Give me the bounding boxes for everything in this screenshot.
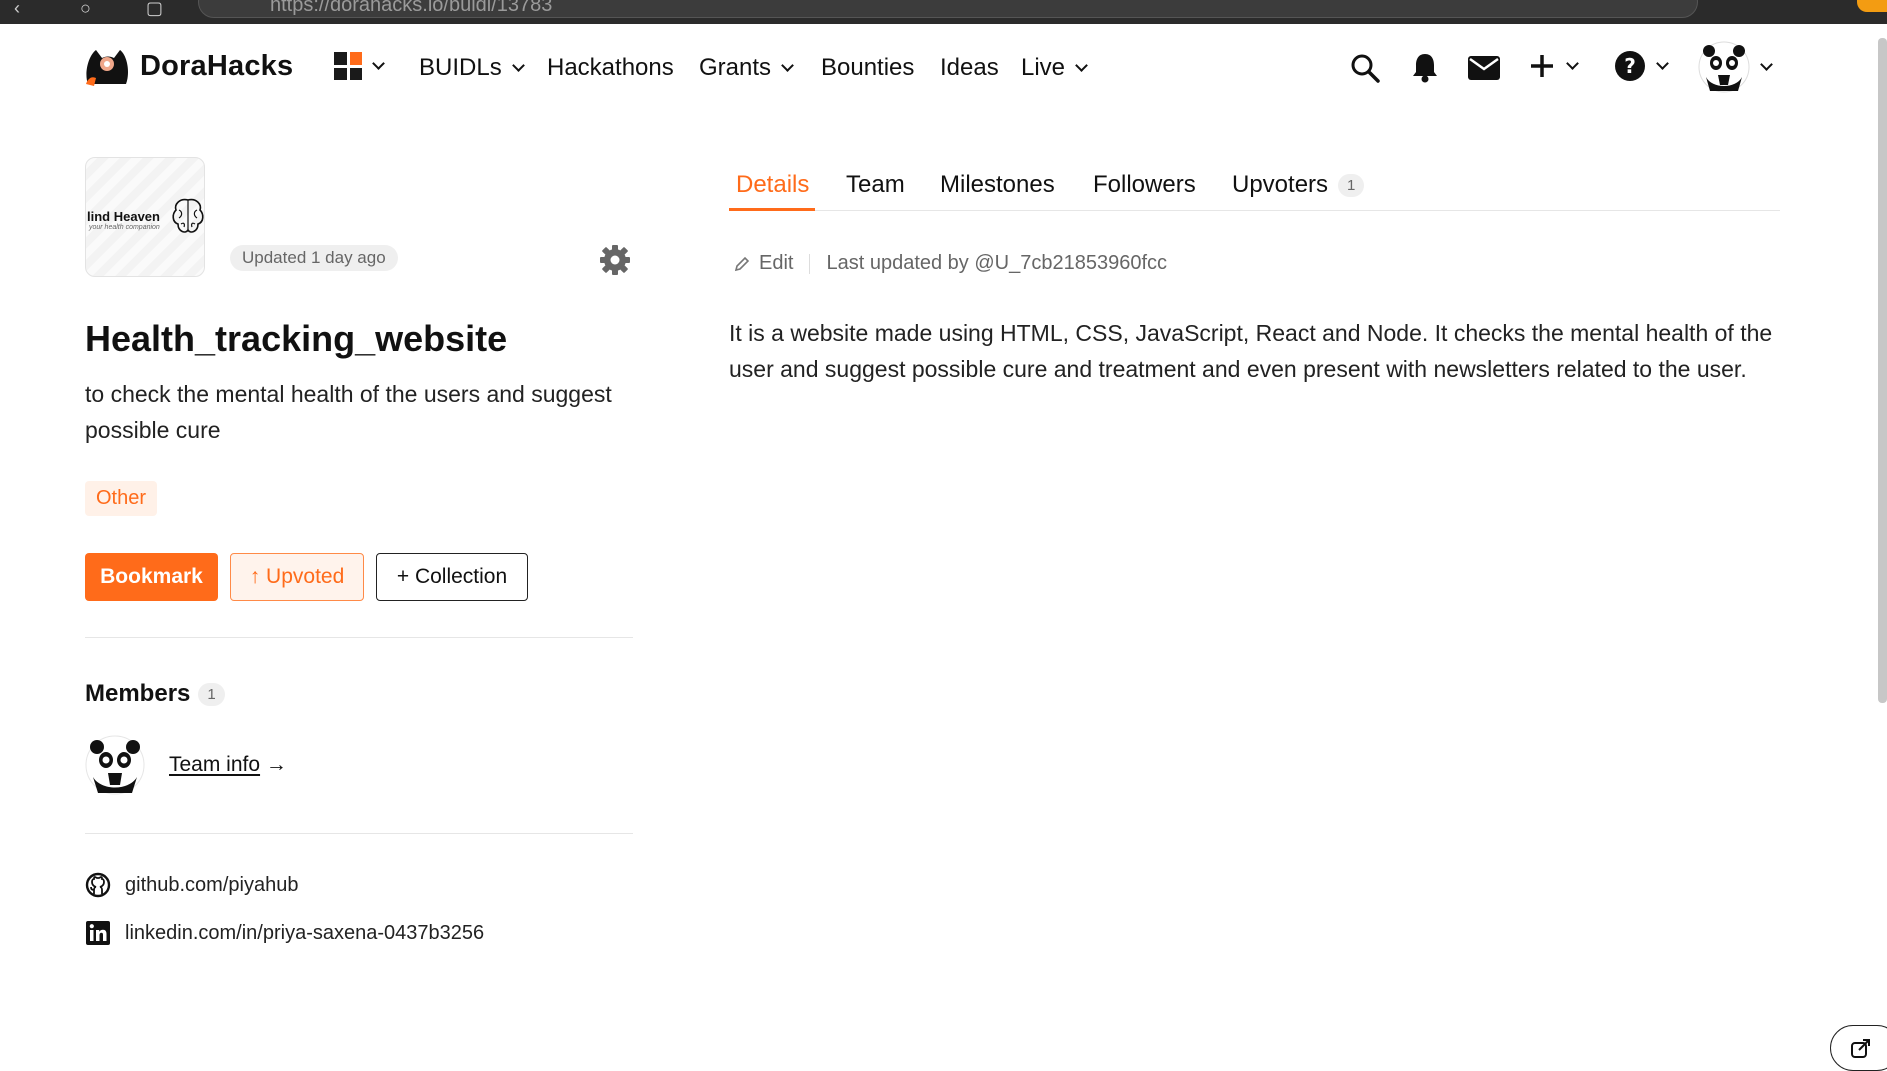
- members-heading: Members 1: [85, 680, 225, 708]
- upvoters-count: 1: [1338, 174, 1365, 198]
- help-menu[interactable]: ?: [1614, 50, 1669, 82]
- upvote-button[interactable]: ↑ Upvoted: [230, 553, 364, 601]
- member-avatar[interactable]: [85, 735, 145, 795]
- nav-item-ideas[interactable]: Ideas: [940, 54, 999, 82]
- project-description: to check the mental health of the users …: [85, 381, 612, 443]
- apps-menu[interactable]: [334, 52, 385, 80]
- logo-text: DoraHacks: [140, 49, 294, 82]
- share-icon: [1851, 1039, 1870, 1058]
- updated-badge: Updated 1 day ago: [230, 245, 398, 271]
- tab-upvoters-label: Upvoters: [1232, 171, 1329, 198]
- separator: [809, 253, 811, 274]
- bell-icon[interactable]: [1410, 51, 1440, 83]
- nav-item-label: Ideas: [940, 54, 999, 81]
- section-divider: [85, 637, 633, 638]
- linkedin-url[interactable]: linkedin.com/in/priya-saxena-0437b3256: [125, 922, 484, 945]
- create-menu[interactable]: [1528, 52, 1579, 80]
- category-tag[interactable]: Other: [85, 481, 158, 516]
- thumbnail-subtitle: your health companion: [89, 224, 160, 231]
- chevron-down-icon: [1760, 57, 1773, 71]
- last-updated-text: Last updated by @U_7cb21853960fcc: [826, 252, 1168, 274]
- github-url[interactable]: github.com/piyahub: [125, 874, 298, 897]
- nav-item-label: Hackathons: [547, 54, 674, 81]
- chevron-down-icon: [1566, 56, 1579, 70]
- nav-item-label: Live: [1021, 54, 1066, 81]
- mail-icon[interactable]: [1467, 55, 1501, 81]
- members-title: Members: [85, 680, 191, 707]
- avatar: [1698, 41, 1750, 93]
- linkedin-link[interactable]: linkedin.com/in/priya-saxena-0437b3256: [85, 920, 484, 946]
- edit-button[interactable]: Edit: [733, 252, 793, 275]
- refresh-icon[interactable]: ○: [80, 0, 91, 19]
- share-button[interactable]: [1830, 1025, 1887, 1071]
- tab-details[interactable]: Details: [736, 171, 809, 199]
- user-menu[interactable]: [1698, 41, 1773, 93]
- extensions-icon[interactable]: ▢: [146, 0, 163, 19]
- top-nav: DoraHacks BUIDLs Hackathons Grants Bount…: [0, 24, 1887, 114]
- back-icon[interactable]: ‹: [14, 0, 20, 19]
- apps-grid-icon: [334, 52, 362, 80]
- tab-milestones[interactable]: Milestones: [940, 171, 1055, 199]
- team-info-link[interactable]: Team info →: [169, 753, 287, 777]
- nav-item-label: Bounties: [821, 54, 915, 81]
- page-scrollbar[interactable]: [1878, 38, 1887, 703]
- bookmark-button[interactable]: Bookmark: [85, 553, 218, 601]
- project-title: Health_tracking_website: [85, 318, 508, 359]
- arrow-right-icon: →: [265, 753, 287, 776]
- gear-icon[interactable]: [599, 244, 631, 276]
- thumbnail-title: lind Heaven: [87, 209, 160, 224]
- svg-text:?: ?: [1624, 54, 1636, 78]
- members-count: 1: [198, 683, 225, 707]
- browser-toolbar: ‹ ○ ▢ https://dorahacks.io/buidl/13783: [0, 0, 1887, 24]
- team-info-label: Team info: [169, 753, 261, 776]
- project-details-body: It is a website made using HTML, CSS, Ja…: [729, 320, 1773, 382]
- chevron-down-icon: [1656, 56, 1669, 70]
- nav-item-buidls[interactable]: BUIDLs: [419, 54, 525, 82]
- profile-icon[interactable]: [1857, 0, 1887, 12]
- chevron-down-icon: [511, 58, 525, 72]
- edit-row: Edit Last updated by @U_7cb21853960fcc: [733, 252, 1167, 275]
- address-bar-url[interactable]: https://dorahacks.io/buidl/13783: [270, 0, 552, 17]
- tab-team[interactable]: Team: [846, 171, 905, 199]
- nav-item-live[interactable]: Live: [1021, 54, 1088, 82]
- chevron-down-icon: [781, 58, 794, 72]
- pencil-icon: [734, 256, 750, 271]
- section-divider: [85, 833, 633, 834]
- linkedin-icon: [86, 921, 110, 945]
- github-icon: [85, 872, 111, 898]
- project-tabs: Details Team Milestones Followers Upvote…: [729, 165, 1780, 211]
- chevron-down-icon: [372, 56, 385, 70]
- dorahacks-logo[interactable]: DoraHacks: [84, 44, 293, 88]
- nav-item-label: Grants: [699, 54, 772, 81]
- nav-item-hackathons[interactable]: Hackathons: [547, 54, 674, 82]
- tab-followers[interactable]: Followers: [1093, 171, 1196, 199]
- tab-upvoters[interactable]: Upvoters 1: [1232, 171, 1365, 199]
- add-collection-button[interactable]: + Collection: [376, 553, 528, 601]
- nav-item-grants[interactable]: Grants: [699, 54, 794, 82]
- edit-label: Edit: [759, 252, 794, 274]
- github-link[interactable]: github.com/piyahub: [85, 872, 298, 898]
- nav-item-bounties[interactable]: Bounties: [821, 54, 914, 82]
- help-icon: ?: [1615, 51, 1645, 81]
- brain-icon: [172, 198, 204, 233]
- plus-icon: [1531, 55, 1553, 77]
- nav-item-label: BUIDLs: [419, 54, 502, 81]
- active-tab-indicator: [729, 208, 815, 211]
- search-icon[interactable]: [1349, 52, 1381, 84]
- project-thumbnail: lind Heaven your health companion: [85, 157, 205, 277]
- chevron-down-icon: [1075, 58, 1088, 72]
- logo-icon: [86, 50, 128, 86]
